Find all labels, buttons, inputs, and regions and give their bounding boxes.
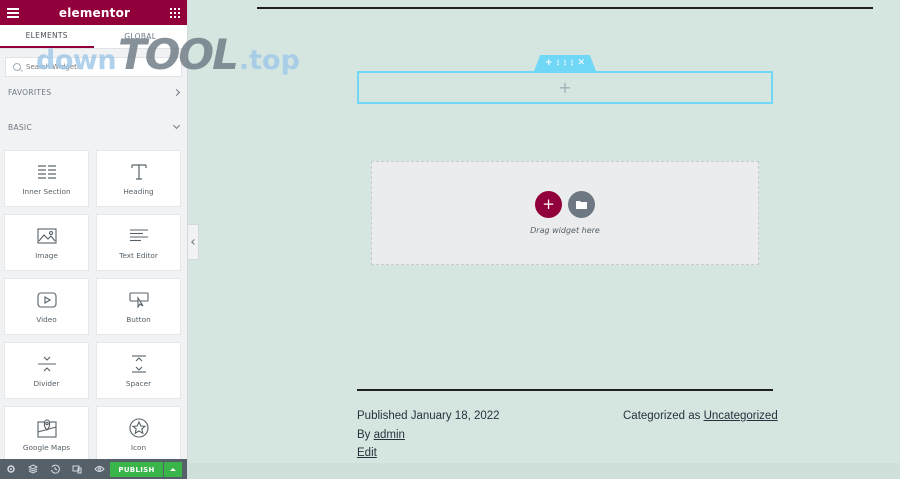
widget-spacer[interactable]: Spacer: [96, 342, 181, 399]
category-label: BASIC: [8, 122, 32, 132]
widget-label: Inner Section: [22, 186, 71, 196]
button-icon: [128, 290, 150, 310]
add-column-icon[interactable]: +: [558, 79, 571, 96]
category-link[interactable]: Uncategorized: [704, 410, 778, 422]
category-basic[interactable]: BASIC: [0, 118, 187, 136]
widget-label: Google Maps: [22, 442, 71, 452]
brand-logo: elementor: [58, 5, 131, 20]
search-icon: [13, 63, 21, 71]
category-label: FAVORITES: [8, 87, 52, 97]
widget-text-editor[interactable]: Text Editor: [96, 214, 181, 271]
chevron-right-icon: [172, 88, 181, 96]
image-icon: [36, 226, 58, 246]
category-favorites[interactable]: FAVORITES: [0, 83, 187, 101]
panel-footer: PUBLISH: [0, 459, 187, 479]
publish-options-button[interactable]: [164, 462, 182, 477]
page-footer: [188, 463, 900, 479]
preview-icon[interactable]: [92, 462, 106, 476]
heading-icon: [128, 162, 150, 182]
history-icon[interactable]: [48, 462, 62, 476]
video-icon: [36, 290, 58, 310]
widget-label: Button: [126, 314, 151, 324]
widget-grid: Inner Section Heading Image Text Editor: [4, 150, 182, 463]
edit-link-wrap: Edit: [357, 447, 377, 459]
widget-label: Video: [36, 314, 57, 324]
widget-inner-section[interactable]: Inner Section: [4, 150, 89, 207]
publish-button[interactable]: PUBLISH: [110, 462, 163, 477]
panel-tabs: ELEMENTS GLOBAL: [0, 25, 187, 49]
folder-icon: [576, 201, 587, 209]
caret-up-icon: [170, 468, 176, 471]
collapse-panel-toggle[interactable]: [188, 224, 199, 260]
post-author: By admin: [357, 429, 405, 441]
widget-button[interactable]: Button: [96, 278, 181, 335]
widgets-grid-icon[interactable]: [170, 7, 180, 18]
tab-global[interactable]: GLOBAL: [94, 25, 188, 48]
search-box: [5, 57, 182, 77]
responsive-icon[interactable]: [70, 462, 84, 476]
drop-zone-buttons: +: [535, 191, 595, 218]
widget-video[interactable]: Video: [4, 278, 89, 335]
widget-label: Icon: [130, 442, 147, 452]
widget-label: Heading: [123, 186, 154, 196]
widget-label: Spacer: [125, 378, 152, 388]
category-prefix: Categorized as: [623, 410, 701, 422]
inner-section-icon: [36, 162, 58, 182]
widget-divider[interactable]: Divider: [4, 342, 89, 399]
section-handle[interactable]: + ⋮⋮⋮ ✕: [534, 55, 596, 71]
add-section-icon[interactable]: +: [545, 58, 553, 68]
header-divider: [257, 7, 873, 9]
settings-icon[interactable]: [4, 462, 18, 476]
widget-label: Text Editor: [119, 250, 158, 260]
layers-icon[interactable]: [26, 462, 40, 476]
add-new-section-button[interactable]: +: [535, 191, 562, 218]
google-maps-icon: [36, 418, 58, 438]
empty-section[interactable]: +: [357, 71, 773, 104]
chevron-left-icon: [191, 239, 197, 245]
menu-icon[interactable]: [7, 7, 19, 18]
spacer-icon: [128, 354, 150, 374]
post-date: Published January 18, 2022: [357, 410, 500, 422]
drop-zone[interactable]: + Drag widget here: [371, 161, 759, 265]
search-input[interactable]: [26, 63, 166, 71]
text-editor-icon: [128, 226, 150, 246]
plus-icon: +: [542, 195, 555, 213]
drag-handle-icon[interactable]: ⋮⋮⋮: [555, 59, 576, 68]
close-icon[interactable]: ✕: [577, 58, 585, 68]
tab-elements[interactable]: ELEMENTS: [0, 25, 94, 48]
add-template-button[interactable]: [568, 191, 595, 218]
widget-label: Image: [35, 250, 58, 260]
widget-label: Divider: [33, 378, 60, 388]
elementor-panel: elementor ELEMENTS GLOBAL FAVORITES BASI…: [0, 0, 188, 479]
chevron-down-icon: [172, 121, 181, 130]
edit-link[interactable]: Edit: [357, 447, 377, 459]
star-icon: [128, 417, 150, 438]
widget-icon[interactable]: Icon: [96, 406, 181, 463]
divider-icon: [36, 354, 58, 374]
widget-heading[interactable]: Heading: [96, 150, 181, 207]
by-prefix: By: [357, 429, 371, 441]
author-link[interactable]: admin: [374, 429, 405, 441]
widget-google-maps[interactable]: Google Maps: [4, 406, 89, 463]
panel-header: elementor: [0, 0, 187, 25]
watermark-part: .top: [238, 45, 300, 76]
widget-image[interactable]: Image: [4, 214, 89, 271]
drop-zone-label: Drag widget here: [530, 226, 600, 235]
post-category: Categorized as Uncategorized: [623, 410, 778, 422]
content-divider: [357, 389, 773, 391]
